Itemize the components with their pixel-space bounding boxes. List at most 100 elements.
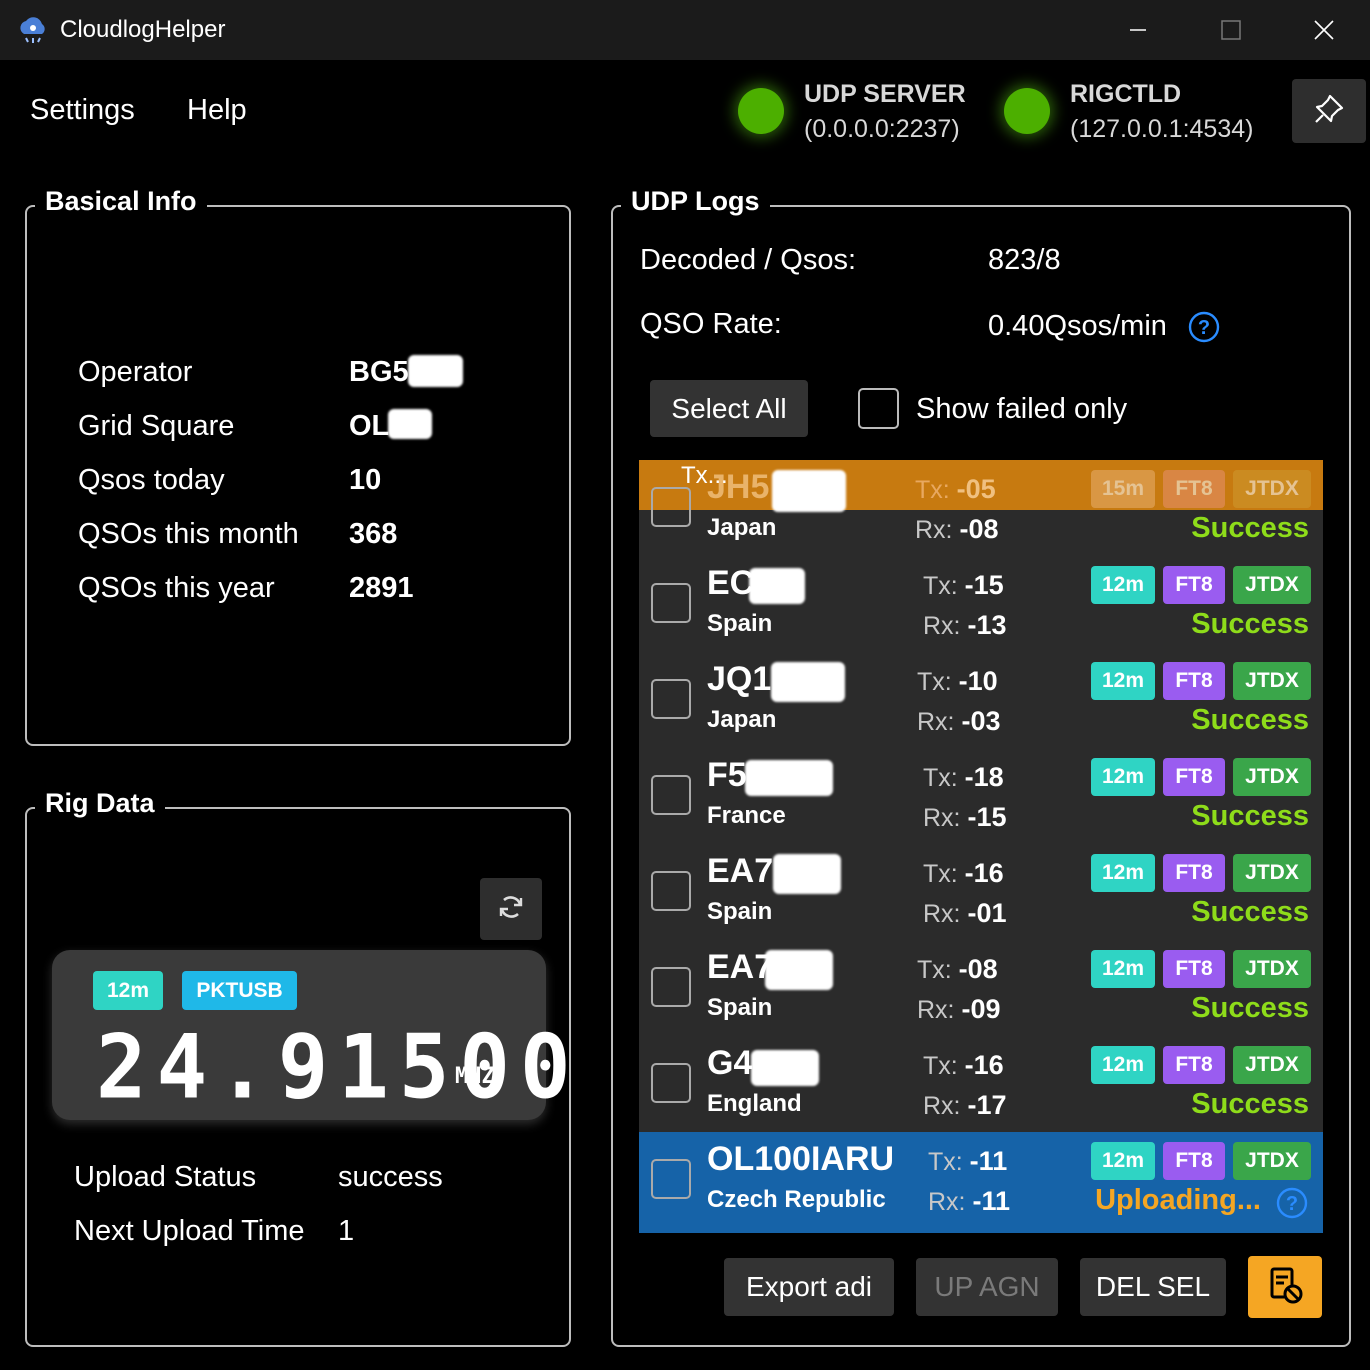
upload-status: Success (1191, 800, 1309, 832)
band-tag: 12m (1091, 854, 1155, 892)
row-checkbox[interactable] (651, 487, 691, 527)
redaction-mask (773, 854, 841, 894)
upload-again-button[interactable]: UP AGN (916, 1258, 1058, 1316)
rx-value: -01 (967, 898, 1007, 928)
rx-value: -03 (961, 706, 1001, 736)
row-checkbox[interactable] (651, 1063, 691, 1103)
row-checkbox[interactable] (651, 1159, 691, 1199)
operator-label: Operator (78, 356, 193, 388)
pin-icon (1312, 92, 1346, 131)
log-row[interactable]: EA7 Spain Tx: -16 Rx: -01 12m FT8 JTDX S… (639, 844, 1323, 940)
rx-report: Rx: -01 (923, 898, 1006, 929)
country: Spain (707, 610, 773, 637)
qsos-year-label: QSOs this year (78, 572, 275, 604)
mode-tag: FT8 (1163, 566, 1225, 604)
show-failed-checkbox[interactable] (858, 388, 899, 429)
cloud-app-icon (16, 12, 50, 46)
redaction-mask (749, 568, 805, 604)
upload-status: Success (1191, 512, 1309, 544)
udp-server-address: (0.0.0.0:2237) (804, 115, 960, 143)
tx-report: Tx: -16 (923, 858, 1004, 889)
band-tag: 12m (1091, 566, 1155, 604)
maximize-button[interactable] (1208, 10, 1254, 50)
band-tag: 12m (1091, 950, 1155, 988)
export-adi-button[interactable]: Export adi (724, 1258, 894, 1316)
band-tag: 15m (1091, 470, 1155, 508)
log-row[interactable]: EA7 Spain Tx: -08 Rx: -09 12m FT8 JTDX S… (639, 940, 1323, 1036)
row-checkbox[interactable] (651, 967, 691, 1007)
redaction-mask (745, 760, 833, 796)
callsign: F5 (707, 756, 747, 794)
grid-square-value: OL (349, 410, 390, 442)
mode-tag: FT8 (1163, 854, 1225, 892)
tooltip-text: Tx... (681, 462, 728, 489)
tx-report: Tx: -16 (923, 1050, 1004, 1081)
country: Japan (707, 706, 777, 733)
udp-log-list[interactable]: JH5 Tx... Japan Tx: -05 Rx: -08 15m FT8 … (639, 460, 1323, 1233)
band-tag: 12m (1091, 758, 1155, 796)
tx-value: -08 (958, 954, 998, 984)
callsign: EA7 (707, 948, 774, 986)
udp-logs-title: UDP Logs (621, 186, 770, 217)
country: France (707, 802, 786, 829)
country: Spain (707, 898, 773, 925)
close-button[interactable] (1301, 10, 1347, 50)
next-upload-label: Next Upload Time (74, 1215, 305, 1247)
tx-value: -16 (964, 858, 1004, 888)
grid-square-label: Grid Square (78, 410, 235, 442)
tx-label: Tx: (923, 1052, 958, 1080)
redaction-mask (388, 409, 432, 439)
window-title: CloudlogHelper (60, 16, 226, 43)
tx-label: Tx: (923, 764, 958, 792)
log-row[interactable]: F5 France Tx: -18 Rx: -15 12m FT8 JTDX S… (639, 748, 1323, 844)
rx-label: Rx: (917, 708, 955, 736)
country: Spain (707, 994, 773, 1021)
tx-value: -18 (964, 762, 1004, 792)
pin-button[interactable] (1292, 79, 1366, 143)
app-tag: JTDX (1233, 470, 1311, 508)
help-icon[interactable]: ? (1275, 1186, 1309, 1225)
upload-status: Success (1191, 1088, 1309, 1120)
country: England (707, 1090, 802, 1117)
row-checkbox[interactable] (651, 775, 691, 815)
row-checkbox[interactable] (651, 583, 691, 623)
clear-log-button[interactable] (1248, 1256, 1322, 1318)
redaction-mask (751, 1050, 819, 1086)
frequency-display: 24.91500 (96, 1015, 581, 1119)
refresh-button[interactable] (480, 878, 542, 940)
log-row[interactable]: EC Spain Tx: -15 Rx: -13 12m FT8 JTDX Su… (639, 556, 1323, 652)
udp-status-indicator (738, 88, 784, 134)
select-all-button[interactable]: Select All (650, 380, 808, 437)
upload-status: Uploading... (1095, 1184, 1261, 1216)
rx-report: Rx: -15 (923, 802, 1006, 833)
log-row[interactable]: G4 England Tx: -16 Rx: -17 12m FT8 JTDX … (639, 1036, 1323, 1132)
tx-report: Tx: -15 (923, 570, 1004, 601)
minimize-button[interactable] (1115, 10, 1161, 50)
help-icon[interactable]: ? (1188, 311, 1220, 348)
delete-selected-button[interactable]: DEL SEL (1080, 1258, 1226, 1316)
svg-text:?: ? (1198, 317, 1210, 339)
rigctld-status-indicator (1004, 88, 1050, 134)
log-row[interactable]: JH5 Tx... Japan Tx: -05 Rx: -08 15m FT8 … (639, 460, 1323, 556)
menu-settings[interactable]: Settings (30, 94, 135, 127)
operator-value: BG5 (349, 356, 409, 388)
log-row-selected[interactable]: OL100IARU Czech Republic Tx: -11 Rx: -11… (639, 1132, 1323, 1233)
row-checkbox[interactable] (651, 679, 691, 719)
tx-label: Tx: (923, 860, 958, 888)
log-row[interactable]: JQ1 Japan Tx: -10 Rx: -03 12m FT8 JTDX S… (639, 652, 1323, 748)
qsos-month-label: QSOs this month (78, 518, 299, 550)
rx-report: Rx: -03 (917, 706, 1000, 737)
decoded-value: 823/8 (988, 244, 1061, 276)
callsign: G4 (707, 1044, 753, 1082)
upload-status: Success (1191, 992, 1309, 1024)
tx-value: -10 (958, 666, 998, 696)
rx-value: -11 (972, 1186, 1010, 1216)
mode-tag: FT8 (1163, 1142, 1225, 1180)
callsign: EC (707, 564, 755, 602)
frequency-unit: MHZ (455, 1064, 495, 1089)
row-checkbox[interactable] (651, 871, 691, 911)
redaction-mask (772, 470, 846, 512)
app-tag: JTDX (1233, 950, 1311, 988)
band-tag: 12m (1091, 1142, 1155, 1180)
menu-help[interactable]: Help (187, 94, 247, 127)
